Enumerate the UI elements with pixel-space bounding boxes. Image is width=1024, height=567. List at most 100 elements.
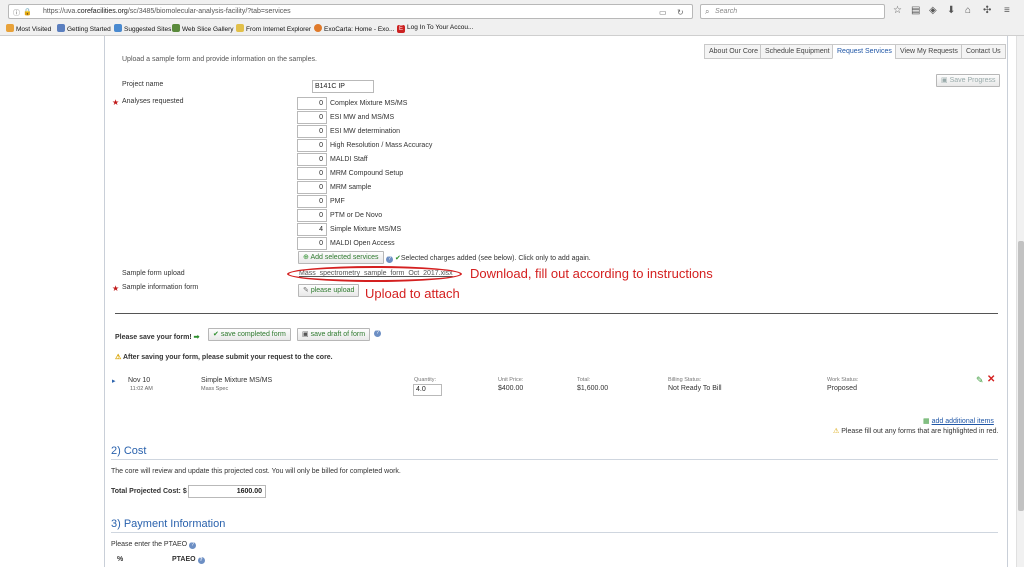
required-icon: ★ <box>112 284 120 293</box>
project-name-label: Project name <box>122 81 164 88</box>
qty-mrm-compound[interactable]: 0 <box>297 167 327 180</box>
tab-request-services[interactable]: Request Services <box>832 44 897 59</box>
highlight-ellipse <box>287 266 462 282</box>
payment-heading: 3) Payment Information <box>111 518 226 530</box>
lock-icon: 🔒 <box>23 9 32 16</box>
item-category: Mass Spec <box>201 386 229 392</box>
help-icon[interactable]: ? <box>189 542 197 549</box>
divider <box>111 459 998 460</box>
tab-view-my-requests[interactable]: View My Requests <box>895 44 963 59</box>
save-draft-button[interactable]: ▣ save draft of form <box>297 328 371 341</box>
total-projected-cost-input[interactable]: 1600.00 <box>188 485 266 498</box>
service-simple-mixture: Simple Mixture MS/MS <box>330 226 402 233</box>
bookmark-getting-started[interactable]: Getting Started <box>57 24 111 33</box>
analyses-label: Analyses requested <box>122 98 184 105</box>
search-icon: ⌕ <box>705 7 710 16</box>
quantity-label: Quantity: <box>414 377 437 383</box>
star-icon[interactable]: ☆ <box>893 5 902 16</box>
project-name-input[interactable]: B141C IP <box>312 80 374 93</box>
bookmark-exocarta[interactable]: ExoCarta: Home - Exo... <box>314 24 394 33</box>
help-icon[interactable]: ? <box>386 256 393 263</box>
add-items-row: ▦ add additional items <box>923 417 994 425</box>
add-additional-items-link[interactable]: add additional items <box>932 418 994 425</box>
total-label: Total: <box>577 377 591 383</box>
cost-note: The core will review and update this pro… <box>111 468 401 475</box>
sample-info-label: Sample information form <box>122 284 199 291</box>
reader-view-icon[interactable]: ▭ <box>659 8 667 17</box>
divider <box>115 313 998 314</box>
ptaeo-column-header: PTAEO ? <box>172 556 205 564</box>
extension-icon[interactable]: ✣ <box>983 5 991 16</box>
bookmark-most-visited[interactable]: Most Visited <box>6 24 51 33</box>
submit-warning: ⚠ After saving your form, please submit … <box>115 354 333 361</box>
home-icon[interactable]: ⌂ <box>965 5 971 16</box>
url-text[interactable]: https://uva.corefacilities.org/sc/3485/b… <box>43 8 291 15</box>
item-service: Simple Mixture MS/MS <box>201 377 273 384</box>
add-selected-services-button[interactable]: ⊕ Add selected services <box>298 251 384 264</box>
item-date: Nov 10 <box>128 377 151 384</box>
tab-schedule-equipment[interactable]: Schedule Equipment <box>760 44 835 59</box>
service-high-resolution: High Resolution / Mass Accuracy <box>330 142 433 149</box>
qty-maldi-staff[interactable]: 0 <box>297 153 327 166</box>
warning-icon: ⚠ <box>115 354 122 361</box>
forms-warning: ⚠ Please fill out any forms that are hig… <box>833 428 999 435</box>
download-icon[interactable]: ⬇ <box>947 5 955 16</box>
search-input[interactable]: ⌕ Search <box>700 4 885 19</box>
delete-item-icon[interactable]: ✕ <box>987 374 995 385</box>
add-items-icon: ▦ <box>923 418 930 425</box>
edit-item-icon[interactable]: ✎ <box>976 375 984 386</box>
save-progress-button[interactable]: ▣ Save Progress <box>936 74 1001 87</box>
divider <box>111 532 998 533</box>
browser-toolbar: ⓘ 🔒 https://uva.corefacilities.org/sc/34… <box>0 0 1024 36</box>
reload-icon[interactable]: ↻ <box>677 8 684 17</box>
clipboard-icon[interactable]: ▤ <box>911 5 920 16</box>
qty-ptm-de-novo[interactable]: 0 <box>297 209 327 222</box>
tab-contact-us[interactable]: Contact Us <box>961 44 1006 59</box>
url-bar[interactable]: ⓘ 🔒 https://uva.corefacilities.org/sc/34… <box>8 4 693 19</box>
please-upload-button[interactable]: ✎ please upload <box>298 284 360 297</box>
help-icon[interactable]: ? <box>374 330 381 337</box>
help-icon[interactable]: ? <box>197 557 205 564</box>
info-icon[interactable]: ⓘ <box>13 8 20 18</box>
pocket-icon[interactable]: ◈ <box>929 5 937 16</box>
qty-esi-mw-msms[interactable]: 0 <box>297 111 327 124</box>
save-prompt: Please save your form! ➡ <box>115 334 200 341</box>
menu-icon[interactable]: ≡ <box>1004 5 1010 16</box>
billing-status-label: Billing Status: <box>668 377 702 383</box>
upload-annotation: Upload to attach <box>365 286 460 301</box>
sample-upload-label: Sample form upload <box>122 270 185 277</box>
service-mrm-compound: MRM Compound Setup <box>330 170 404 177</box>
page-scrollbar[interactable] <box>1016 36 1024 567</box>
expand-icon[interactable]: ▸ <box>112 377 116 385</box>
form-intro: Upload a sample form and provide informa… <box>122 56 317 63</box>
qty-pmf[interactable]: 0 <box>297 195 327 208</box>
service-complex-mixture: Complex Mixture MS/MS <box>330 100 408 107</box>
ptaeo-prompt: Please enter the PTAEO ? <box>111 541 197 549</box>
work-status-label: Work Status: <box>827 377 859 383</box>
item-total: $1,600.00 <box>577 385 609 392</box>
quantity-input[interactable]: 4.0 <box>413 384 442 396</box>
bookmark-suggested-sites[interactable]: Suggested Sites <box>114 24 171 33</box>
tab-about-our-core[interactable]: About Our Core <box>704 44 764 59</box>
save-completed-form-button[interactable]: ✔ save completed form <box>208 328 291 341</box>
qty-high-resolution[interactable]: 0 <box>297 139 327 152</box>
bookmark-web-slice-gallery[interactable]: Web Slice Gallery <box>172 24 234 33</box>
check-circle-icon: ✔ <box>213 331 221 338</box>
service-mrm-sample: MRM sample <box>330 184 372 191</box>
qty-simple-mixture[interactable]: 4 <box>297 223 327 236</box>
bookmark-login[interactable]: E Log In To Your Accou... <box>397 24 473 33</box>
qty-mrm-sample[interactable]: 0 <box>297 181 327 194</box>
qty-esi-mw-determination[interactable]: 0 <box>297 125 327 138</box>
percent-column-header: % <box>117 556 124 563</box>
bookmarks-bar: Most Visited Getting Started Suggested S… <box>0 22 1024 36</box>
service-maldi-open-access: MALDI Open Access <box>330 240 395 247</box>
unit-price: $400.00 <box>498 385 524 392</box>
item-time: 11:02 AM <box>130 386 153 392</box>
service-pmf: PMF <box>330 198 345 205</box>
qty-maldi-open-access[interactable]: 0 <box>297 237 327 250</box>
scrollbar-thumb[interactable] <box>1018 241 1024 511</box>
qty-complex-mixture[interactable]: 0 <box>297 97 327 110</box>
bookmark-from-ie[interactable]: From Internet Explorer <box>236 24 311 33</box>
unit-price-label: Unit Price: <box>498 377 524 383</box>
service-ptm-de-novo: PTM or De Novo <box>330 212 383 219</box>
